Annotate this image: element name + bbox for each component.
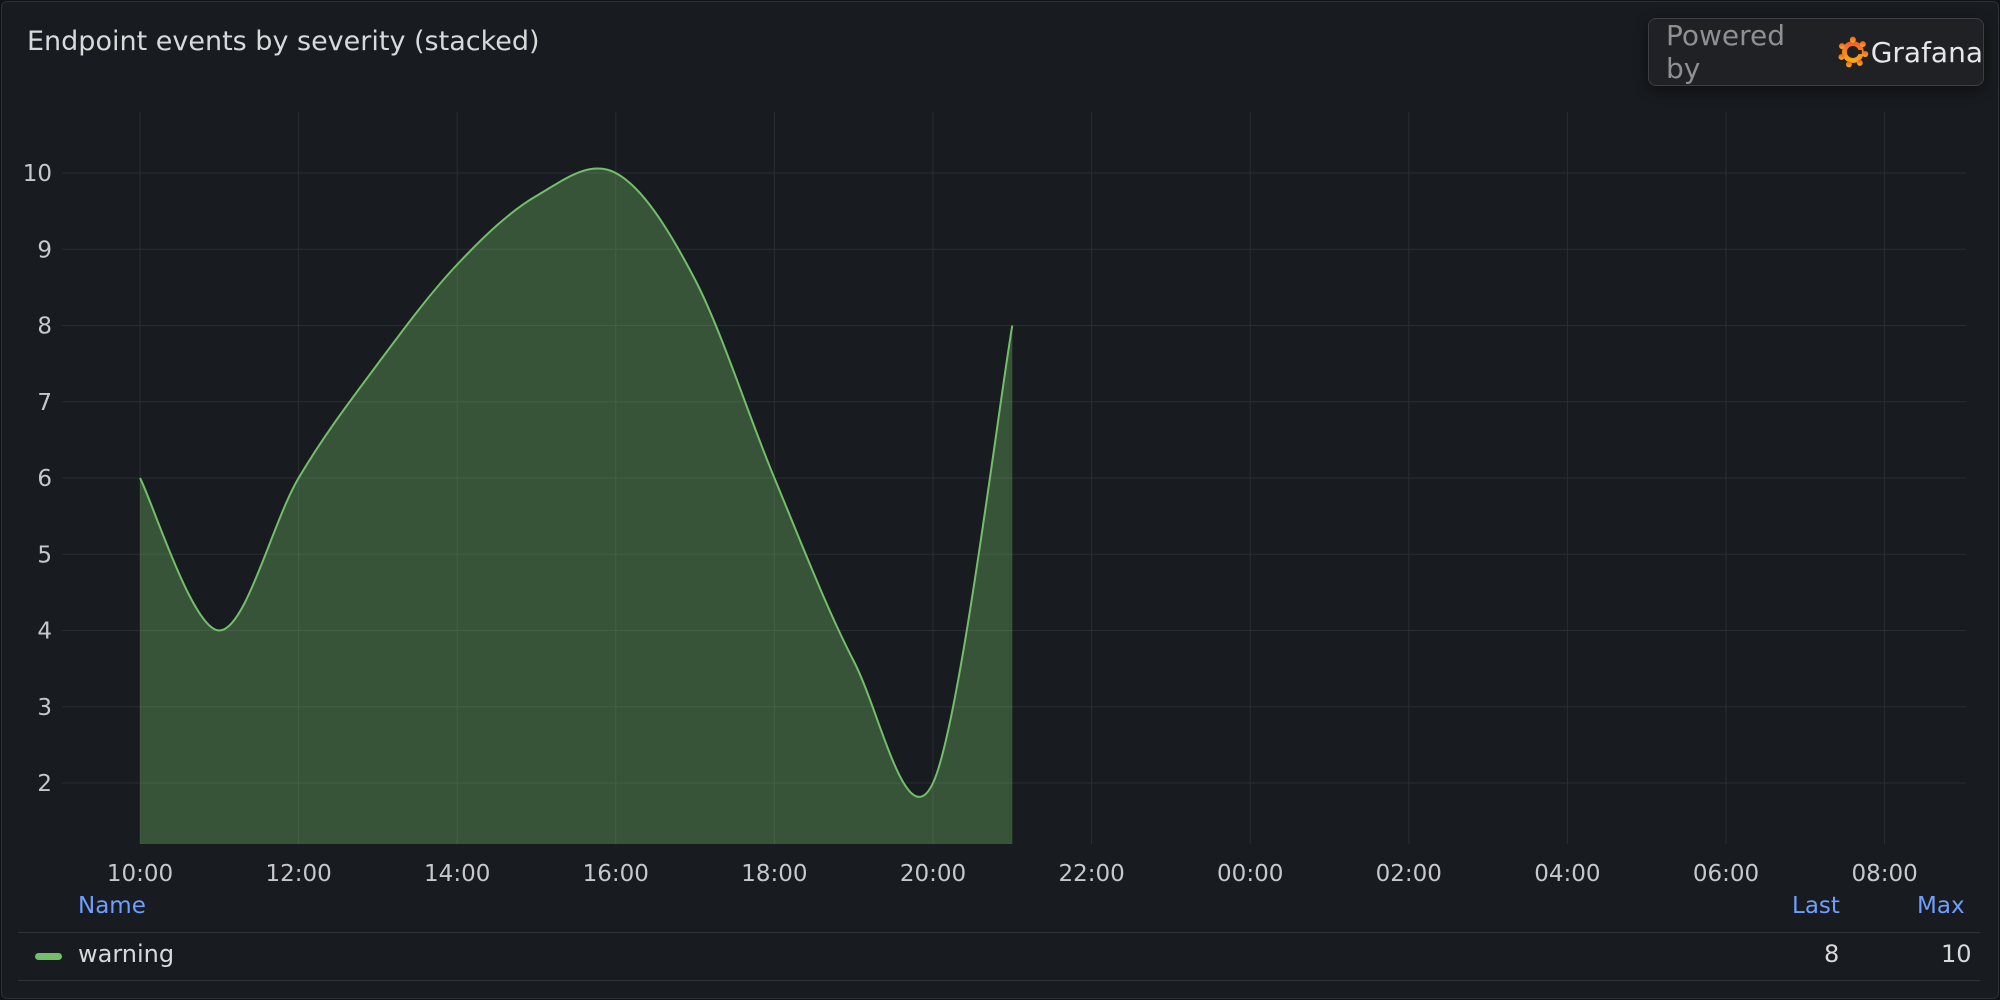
legend-header-name[interactable]: Name xyxy=(78,893,146,919)
series-layer xyxy=(137,167,1015,844)
data-point-warning-18:00 xyxy=(771,475,777,481)
data-point-warning-14:00 xyxy=(454,262,460,268)
x-tick-label: 06:00 xyxy=(1693,861,1759,887)
legend-divider xyxy=(18,932,1980,933)
data-point-warning-17:00 xyxy=(692,277,698,283)
x-tick-label: 02:00 xyxy=(1376,861,1442,887)
data-point-warning-16:00 xyxy=(613,170,619,176)
data-point-warning-20:00 xyxy=(930,780,936,786)
legend-header-last[interactable]: Last xyxy=(1792,893,1840,919)
data-point-warning-11:00 xyxy=(216,628,222,634)
data-point-warning-19:00 xyxy=(851,658,857,664)
y-tick-label: 6 xyxy=(37,466,52,492)
x-tick-label: 04:00 xyxy=(1534,861,1600,887)
series-area-warning xyxy=(140,168,1013,844)
x-tick-label: 08:00 xyxy=(1851,861,1917,887)
legend-bottom-divider xyxy=(18,980,1980,981)
y-tick-label: 7 xyxy=(37,390,52,416)
y-tick-label: 9 xyxy=(37,237,52,263)
y-tick-label: 8 xyxy=(37,314,52,340)
x-tick-label: 00:00 xyxy=(1217,861,1283,887)
y-axis: 2 3 4 5 6 7 8 9 10 xyxy=(23,161,52,797)
y-tick-label: 5 xyxy=(37,542,52,568)
x-tick-label: 18:00 xyxy=(741,861,807,887)
x-tick-label: 10:00 xyxy=(107,861,173,887)
x-tick-label: 16:00 xyxy=(583,861,649,887)
data-point-warning-10:00 xyxy=(137,475,143,481)
x-tick-label: 14:00 xyxy=(424,861,490,887)
x-tick-label: 22:00 xyxy=(1058,861,1124,887)
time-series-chart[interactable]: 2 3 4 5 6 7 8 9 10 10:00 12:00 14:00 16:00 18:00 20:0… xyxy=(0,0,2000,1000)
y-tick-label: 10 xyxy=(23,161,52,187)
y-tick-label: 4 xyxy=(37,619,52,645)
legend-series-name[interactable]: warning xyxy=(78,940,174,968)
x-axis: 10:00 12:00 14:00 16:00 18:00 20:00 22:00 00:00… xyxy=(107,861,1918,887)
legend-series-last: 8 xyxy=(1824,940,1840,968)
legend-swatch-warning[interactable] xyxy=(35,953,62,960)
x-tick-label: 20:00 xyxy=(900,861,966,887)
data-point-warning-12:00 xyxy=(296,475,302,481)
x-tick-label: 12:00 xyxy=(265,861,331,887)
y-tick-label: 3 xyxy=(37,695,52,721)
data-point-warning-21:00 xyxy=(1009,323,1015,329)
legend-series-max: 10 xyxy=(1941,940,1972,968)
y-tick-label: 2 xyxy=(37,771,52,797)
data-point-warning-15:00 xyxy=(534,193,540,199)
legend-header-max[interactable]: Max xyxy=(1917,893,1965,919)
data-point-warning-13:00 xyxy=(375,361,381,367)
